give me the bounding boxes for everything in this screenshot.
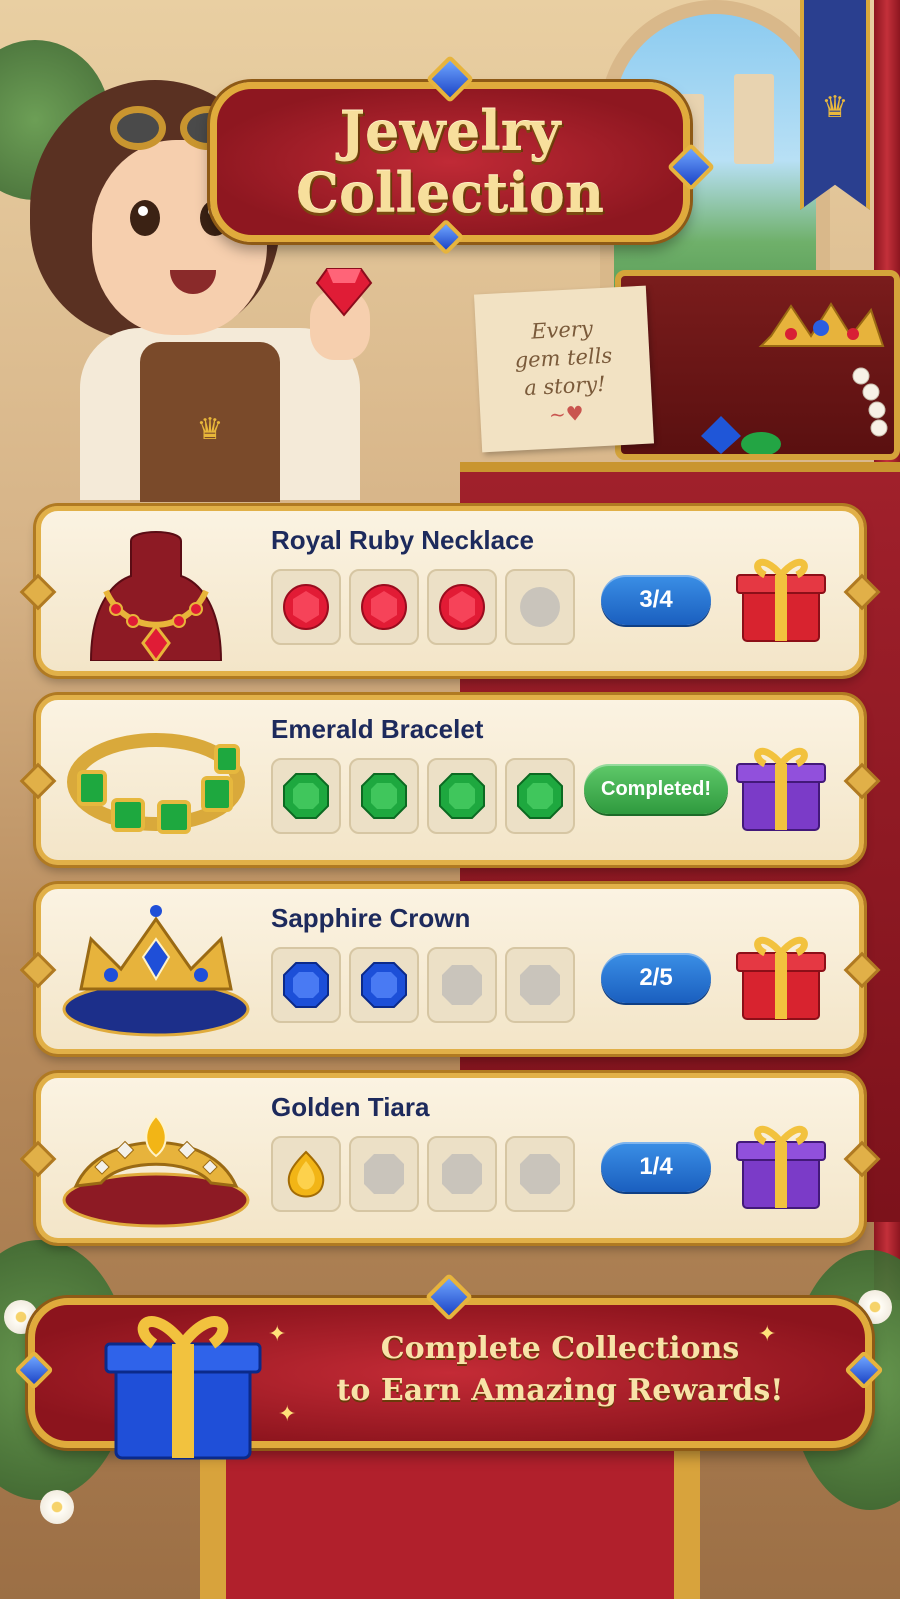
crown-banner: ♛ — [800, 0, 870, 210]
progress-badge: 3/4 — [601, 575, 711, 625]
collection-title: Royal Ruby Necklace — [271, 525, 535, 555]
gem-slot-empty — [349, 1136, 419, 1212]
reward-line: to Earn Amazing Rewards! — [336, 1373, 784, 1408]
gem-slot-filled — [271, 1136, 341, 1212]
page-title: Jewelry Collection — [210, 100, 690, 224]
title-line: Jewelry — [339, 99, 561, 163]
flower — [40, 1490, 74, 1524]
empty-gem-silhouette-icon — [442, 965, 482, 1005]
progress-badge: 1/4 — [601, 1142, 711, 1192]
empty-gem-silhouette-icon — [520, 587, 560, 627]
reward-message: Complete Collections to Earn Amazing Rew… — [278, 1328, 842, 1412]
gift-box-icon[interactable] — [731, 734, 831, 834]
collection-title: Sapphire Crown — [271, 903, 471, 933]
emerald-bracelet-icon — [67, 733, 245, 834]
gem-slots — [271, 1136, 575, 1212]
gift-box-icon[interactable] — [731, 923, 831, 1023]
blue-gift-box-icon — [104, 1316, 262, 1460]
treasure-chest — [615, 270, 900, 460]
topaz-icon — [287, 1150, 325, 1198]
reward-line: Complete Collections — [380, 1331, 740, 1366]
gem-slots — [271, 569, 575, 645]
gem-slot-empty — [427, 1136, 497, 1212]
gem-slot-empty — [505, 569, 575, 645]
progress-badge: 2/5 — [601, 953, 711, 1003]
red-carpet — [200, 1440, 700, 1599]
completed-badge: Completed! — [584, 764, 728, 814]
character-eye — [130, 200, 160, 236]
sapphire-crown-icon — [62, 905, 250, 1037]
collection-list: Royal Ruby Necklace 3/4 Emerald Bracelet… — [36, 506, 864, 1262]
gem-slot-filled — [349, 569, 419, 645]
heart-icon: ~♥ — [548, 401, 585, 427]
crown-icon: ♛ — [196, 412, 224, 447]
golden-tiara-icon — [62, 1114, 250, 1228]
gem-slots — [271, 947, 575, 1023]
crown-icon: ♛ — [821, 90, 849, 125]
gem-slot-filled — [271, 569, 341, 645]
collection-card-sapphire-crown[interactable]: Sapphire Crown 2/5 — [36, 884, 864, 1054]
gem-slot-filled — [349, 947, 419, 1023]
ruby-icon — [315, 268, 373, 317]
gem-slot-filled — [349, 758, 419, 834]
gem-slot-filled — [427, 569, 497, 645]
gem-slot-filled — [427, 758, 497, 834]
ruby-icon — [439, 584, 485, 630]
collection-title: Emerald Bracelet — [271, 714, 484, 744]
story-note: Every gem tells a story! ~♥ — [473, 285, 655, 453]
gem-slot-filled — [505, 758, 575, 834]
emerald-icon — [361, 773, 407, 819]
empty-gem-silhouette-icon — [520, 1154, 560, 1194]
gem-slot-filled — [271, 947, 341, 1023]
ruby-necklace-icon — [89, 531, 223, 661]
empty-gem-silhouette-icon — [364, 1154, 404, 1194]
ruby-icon — [361, 584, 407, 630]
collection-card-golden-tiara[interactable]: Golden Tiara 1/4 — [36, 1073, 864, 1243]
emerald-icon — [439, 773, 485, 819]
collection-card-ruby-necklace[interactable]: Royal Ruby Necklace 3/4 — [36, 506, 864, 676]
gem-slot-empty — [427, 947, 497, 1023]
gem-slot-empty — [505, 1136, 575, 1212]
title-plaque: Jewelry Collection — [210, 54, 716, 260]
gift-box-icon[interactable] — [731, 545, 831, 645]
gem-slot-empty — [505, 947, 575, 1023]
collection-card-emerald-bracelet[interactable]: Emerald Bracelet Completed! — [36, 695, 864, 865]
emerald-icon — [517, 773, 563, 819]
sapphire-icon — [361, 962, 407, 1008]
gift-box-icon[interactable] — [731, 1112, 831, 1212]
ruby-icon — [283, 584, 329, 630]
title-line: Collection — [296, 161, 604, 225]
gem-slot-filled — [271, 758, 341, 834]
gem-slots — [271, 758, 575, 834]
empty-gem-silhouette-icon — [520, 965, 560, 1005]
character-apron: ♛ — [140, 342, 280, 502]
reward-banner: ✦ ✦ ✦ Complete Collections to Earn Amazi… — [14, 1272, 884, 1460]
empty-gem-silhouette-icon — [442, 1154, 482, 1194]
sapphire-icon — [283, 962, 329, 1008]
emerald-icon — [283, 773, 329, 819]
collection-title: Golden Tiara — [271, 1092, 430, 1122]
